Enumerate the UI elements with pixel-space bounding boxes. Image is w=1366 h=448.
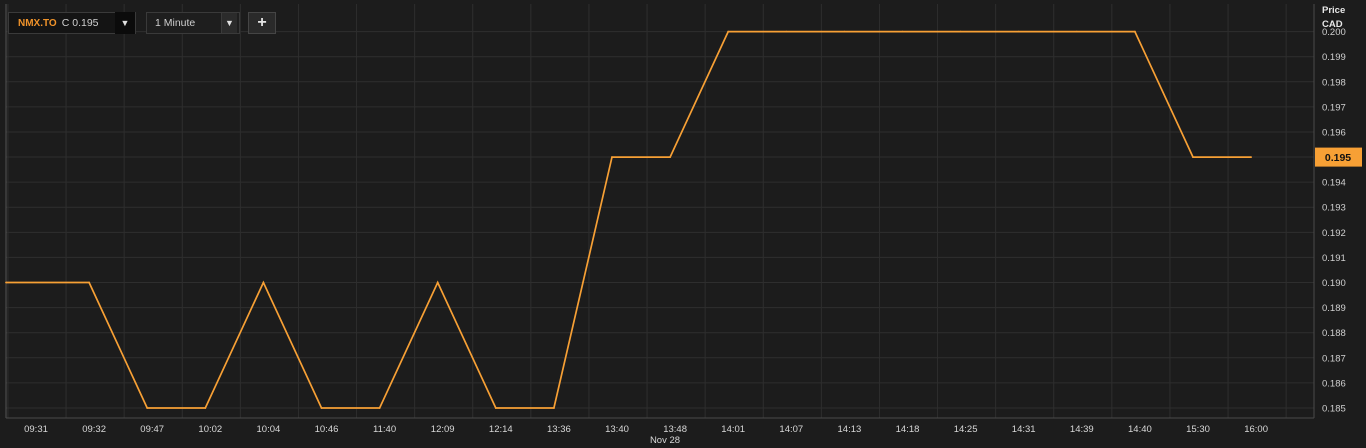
x-tick-label: 12:09 (431, 424, 455, 435)
x-tick-label: 09:32 (82, 424, 106, 435)
x-tick-label: 13:36 (547, 424, 571, 435)
price-point (611, 156, 613, 159)
last-price-badge: 0.195 (1315, 147, 1362, 167)
price-point (1134, 30, 1136, 33)
x-tick-label: 13:48 (663, 424, 687, 435)
add-study-button[interactable]: + (248, 12, 276, 34)
price-point (785, 30, 788, 33)
x-tick-label: 09:31 (24, 424, 48, 435)
y-tick-label: 0.191 (1322, 253, 1346, 264)
y-tick-label: 0.199 (1322, 52, 1346, 63)
x-tick-label: 10:02 (198, 424, 222, 435)
price-point (436, 281, 439, 284)
symbol-dropdown-icon[interactable]: ▼ (115, 12, 135, 34)
symbol-price: C 0.195 (62, 17, 99, 29)
y-tick-label: 0.196 (1322, 127, 1346, 138)
y-tick-label: 0.193 (1322, 203, 1346, 214)
interval-dropdown-icon[interactable]: ▼ (221, 13, 237, 33)
x-tick-label: 10:04 (257, 424, 281, 435)
price-point (262, 281, 265, 284)
symbol-ticker: NMX.TO (18, 17, 57, 29)
x-tick-label: 14:07 (779, 424, 803, 435)
price-point (1017, 30, 1020, 33)
plot-background (0, 0, 1366, 448)
price-point (88, 281, 90, 284)
y-tick-label: 0.192 (1322, 228, 1346, 239)
y-axis-header-price: Price (1322, 5, 1345, 16)
last-price-label: 0.195 (1325, 152, 1351, 164)
y-tick-label: 0.188 (1322, 328, 1346, 339)
x-tick-label: 15:30 (1186, 424, 1210, 435)
date-label: Nov 28 (650, 435, 680, 446)
price-point (378, 407, 381, 409)
price-point (843, 30, 846, 33)
x-tick-label: 14:18 (896, 424, 920, 435)
price-point (320, 407, 323, 409)
price-point (1192, 156, 1194, 159)
x-tick-label: 14:25 (954, 424, 978, 435)
x-tick-label: 11:40 (373, 424, 396, 435)
x-tick-label: 14:39 (1070, 424, 1094, 435)
price-point (959, 30, 962, 33)
interval-label: 1 Minute (155, 17, 196, 29)
price-point (553, 407, 555, 409)
chart-toolbar: NMX.TO C 0.195 ▼ 1 Minute ▼ + (8, 12, 276, 36)
x-tick-label: 14:13 (838, 424, 862, 435)
price-point (669, 156, 671, 159)
price-chart[interactable]: 0.2000.1990.1980.1970.1960.1950.1940.193… (0, 0, 1366, 448)
price-point (5, 281, 7, 284)
price-point (1250, 156, 1252, 159)
y-tick-label: 0.189 (1322, 303, 1346, 314)
x-tick-label: 13:40 (605, 424, 629, 435)
price-value: 0.195 (72, 17, 99, 29)
x-tick-label: 14:01 (721, 424, 745, 435)
y-tick-label: 0.186 (1322, 378, 1346, 389)
y-tick-label: 0.187 (1322, 353, 1346, 364)
y-tick-label: 0.197 (1322, 102, 1346, 113)
y-tick-label: 0.190 (1322, 278, 1346, 289)
price-currency-prefix: C (61, 17, 70, 29)
price-point (727, 30, 730, 33)
price-point (146, 407, 149, 409)
y-axis-header-currency: CAD (1322, 19, 1343, 30)
x-tick-label: 14:31 (1012, 424, 1036, 435)
x-tick-label: 09:47 (140, 424, 164, 435)
y-tick-label: 0.194 (1322, 178, 1346, 189)
x-tick-label: 14:40 (1128, 424, 1152, 435)
y-tick-label: 0.185 (1322, 403, 1346, 414)
x-tick-label: 10:46 (315, 424, 339, 435)
price-point (1075, 30, 1078, 33)
x-tick-label: 16:00 (1244, 424, 1268, 435)
y-tick-label: 0.198 (1322, 77, 1346, 88)
price-point (901, 30, 904, 33)
price-point (494, 407, 497, 409)
interval-selector[interactable]: 1 Minute ▼ (146, 12, 240, 34)
price-point (204, 407, 207, 409)
symbol-selector[interactable]: NMX.TO C 0.195 ▼ (8, 12, 136, 34)
x-tick-label: 12:14 (489, 424, 513, 435)
